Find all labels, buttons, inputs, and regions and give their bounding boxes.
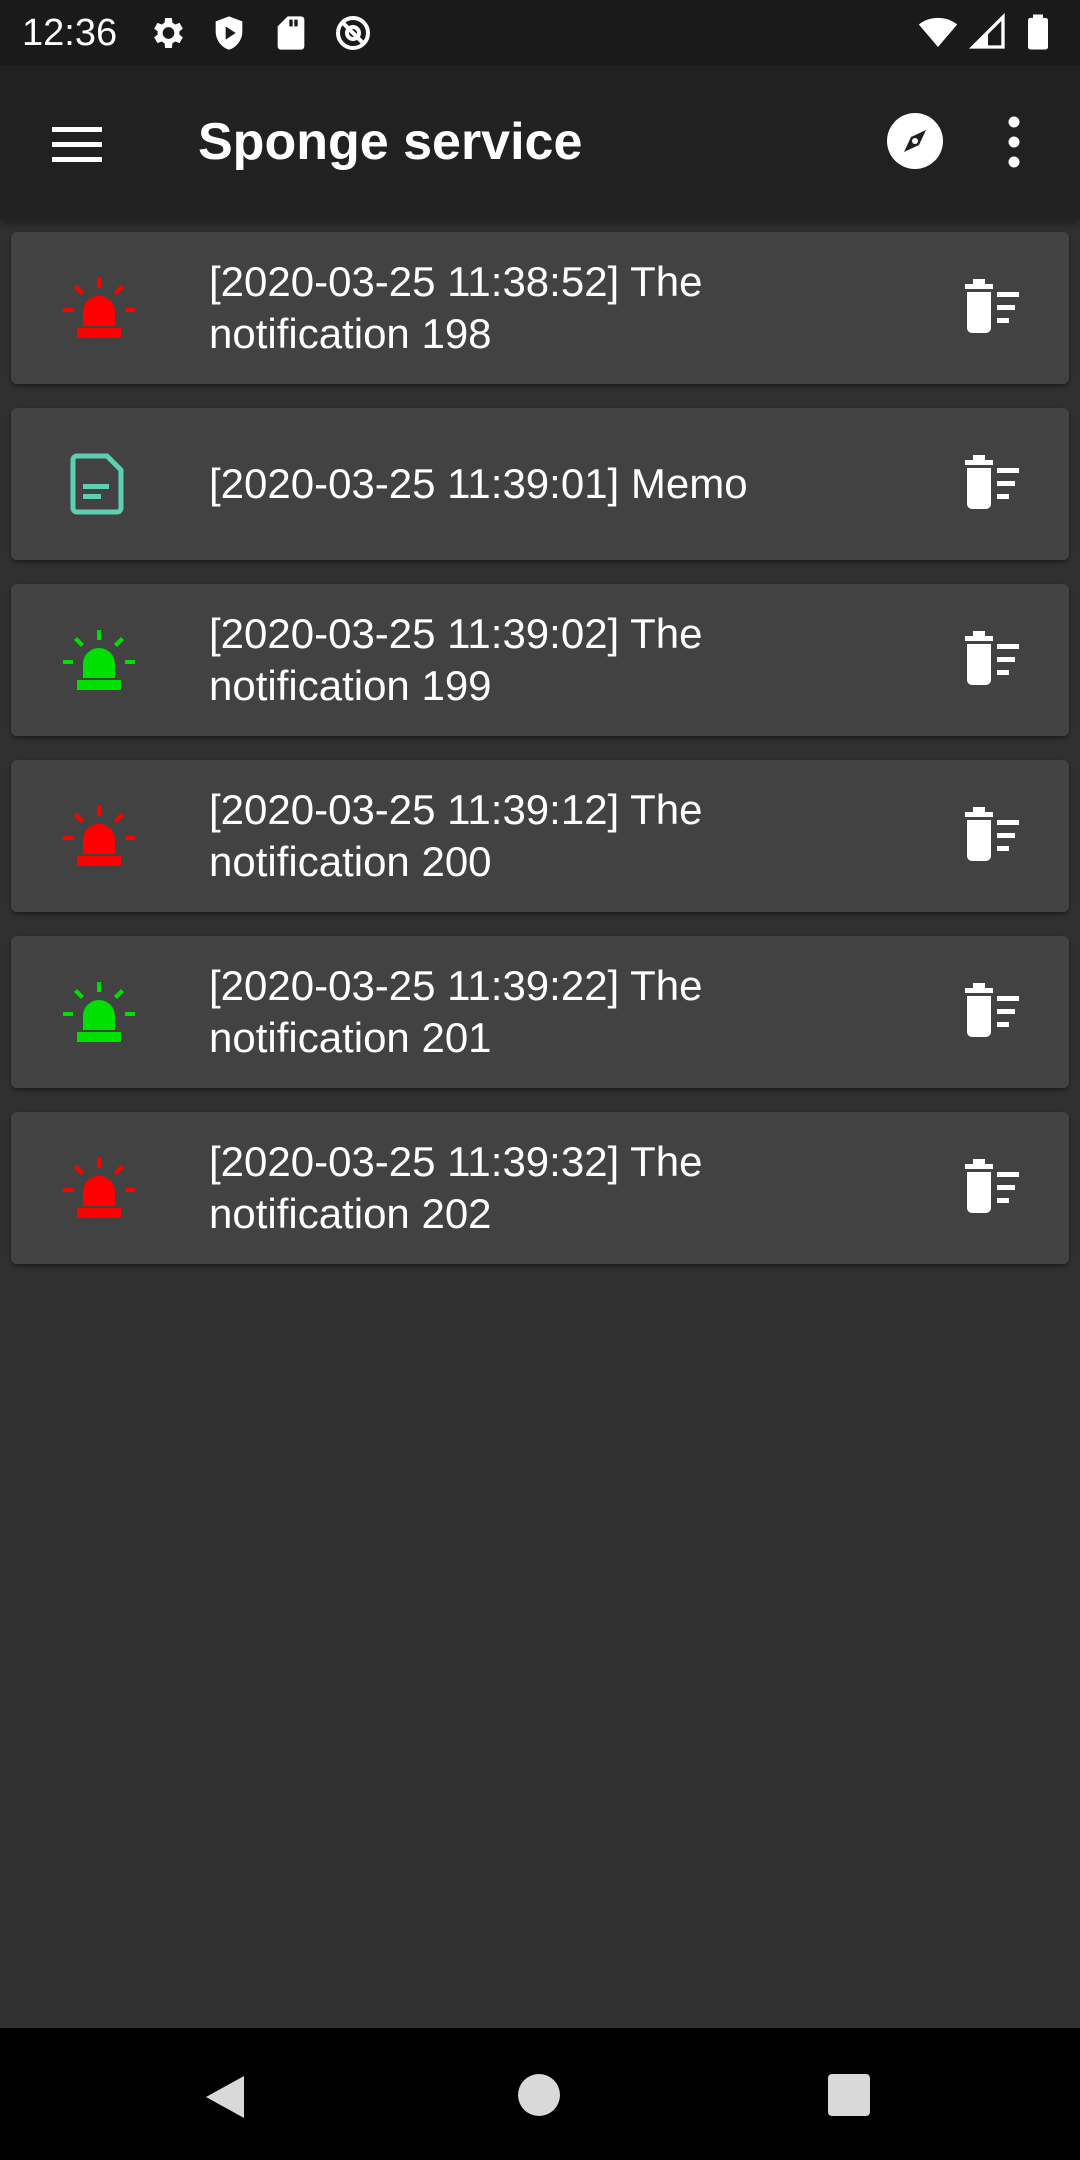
nav-recents-icon[interactable] bbox=[828, 2074, 870, 2116]
memo-document-icon bbox=[70, 453, 124, 515]
list-item[interactable]: [2020-03-25 11:39:12] The notification 2… bbox=[11, 760, 1069, 912]
at-sign-icon bbox=[336, 16, 371, 50]
sd-card-icon bbox=[277, 16, 305, 50]
event-text: [2020-03-25 11:39:02] The notification 1… bbox=[209, 610, 703, 709]
list-item[interactable]: [2020-03-25 11:38:52] The notification 1… bbox=[11, 232, 1069, 384]
delete-sweep-icon[interactable] bbox=[959, 980, 1023, 1044]
green-alarm-light-icon bbox=[63, 982, 135, 1042]
delete-sweep-icon[interactable] bbox=[959, 628, 1023, 692]
signal-icon bbox=[968, 12, 1005, 49]
red-alarm-light-icon bbox=[63, 278, 135, 338]
compass-icon[interactable] bbox=[884, 110, 946, 172]
more-vert-icon[interactable] bbox=[994, 110, 1034, 174]
battery-icon bbox=[1028, 14, 1048, 50]
nav-back-icon[interactable] bbox=[200, 2072, 250, 2122]
page-title: Sponge service bbox=[198, 113, 583, 171]
red-alarm-light-icon bbox=[63, 806, 135, 866]
nav-home-icon[interactable] bbox=[518, 2074, 560, 2116]
navigation-bar bbox=[0, 2028, 1080, 2160]
shield-icon bbox=[215, 16, 243, 50]
delete-sweep-icon[interactable] bbox=[959, 1156, 1023, 1220]
status-icons-left bbox=[147, 13, 373, 53]
list-item[interactable]: [2020-03-25 11:39:02] The notification 1… bbox=[11, 584, 1069, 736]
status-icons-right bbox=[918, 12, 1058, 52]
event-text: [2020-03-25 11:39:22] The notification 2… bbox=[209, 962, 703, 1061]
app-bar: Sponge service bbox=[0, 66, 1080, 220]
delete-sweep-icon[interactable] bbox=[959, 276, 1023, 340]
delete-sweep-icon[interactable] bbox=[959, 452, 1023, 516]
event-text: [2020-03-25 11:39:12] The notification 2… bbox=[209, 786, 703, 885]
list-item[interactable]: [2020-03-25 11:39:22] The notification 2… bbox=[11, 936, 1069, 1088]
list-item[interactable]: [2020-03-25 11:39:32] The notification 2… bbox=[11, 1112, 1069, 1264]
status-time: 12:36 bbox=[22, 11, 118, 54]
list-item[interactable]: [2020-03-25 11:39:01] Memo bbox=[11, 408, 1069, 560]
event-text: [2020-03-25 11:39:32] The notification 2… bbox=[209, 1138, 703, 1237]
event-text: [2020-03-25 11:39:01] Memo bbox=[209, 460, 748, 507]
red-alarm-light-icon bbox=[63, 1158, 135, 1218]
green-alarm-light-icon bbox=[63, 630, 135, 690]
settings-icon bbox=[154, 18, 183, 48]
hamburger-menu-icon[interactable] bbox=[44, 114, 110, 174]
event-text: [2020-03-25 11:38:52] The notification 1… bbox=[209, 258, 703, 357]
wifi-icon bbox=[918, 17, 958, 47]
delete-sweep-icon[interactable] bbox=[959, 804, 1023, 868]
status-bar: 12:36 bbox=[0, 0, 1080, 66]
